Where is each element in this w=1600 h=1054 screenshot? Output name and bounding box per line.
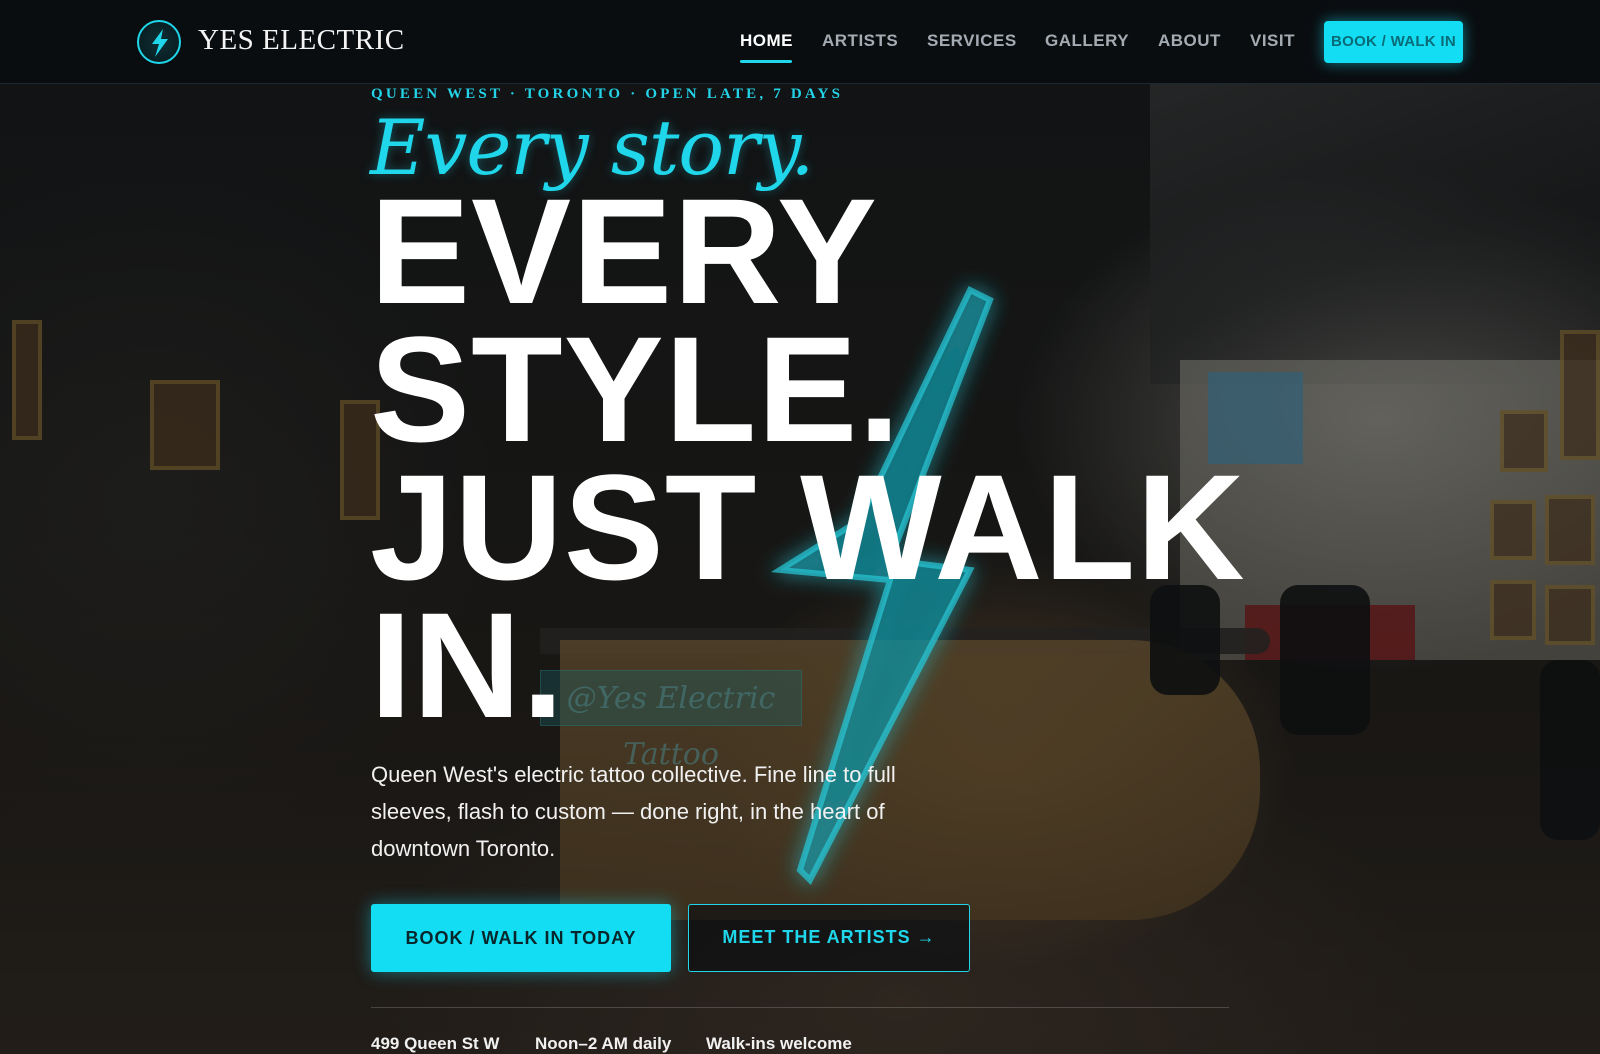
lightning-badge-icon[interactable] <box>137 20 181 64</box>
hero-eyebrow: QUEEN WEST · TORONTO · OPEN LATE, 7 DAYS <box>371 86 844 102</box>
brand-name[interactable]: YES ELECTRIC <box>198 24 405 57</box>
headline-line: STYLE. <box>370 305 902 473</box>
header-book-button[interactable]: BOOK / WALK IN <box>1324 21 1463 63</box>
active-nav-indicator <box>740 60 792 63</box>
nav-artists[interactable]: ARTISTS <box>822 31 898 51</box>
meet-artists-button[interactable]: MEET THE ARTISTS → <box>688 904 970 972</box>
nav-visit[interactable]: VISIT <box>1250 31 1295 51</box>
walkins-note: Walk-ins welcome <box>706 1034 852 1053</box>
studio-hours: Noon–2 AM daily <box>535 1034 672 1053</box>
nav-services[interactable]: SERVICES <box>927 31 1017 51</box>
hero-description: Queen West's electric tattoo collective.… <box>371 762 896 861</box>
headline-line: JUST WALK <box>370 443 1246 611</box>
nav-about[interactable]: ABOUT <box>1158 31 1221 51</box>
nav-home[interactable]: HOME <box>740 31 793 51</box>
hero-headline: EVERY STYLE. JUST WALK IN. <box>370 167 1246 749</box>
nav-gallery[interactable]: GALLERY <box>1045 31 1129 51</box>
headline-line: IN. <box>370 581 565 749</box>
headline-line: EVERY <box>370 167 878 335</box>
studio-address: 499 Queen St W <box>371 1034 500 1053</box>
site-header: YES ELECTRIC HOME ARTISTS SERVICES GALLE… <box>0 0 1600 84</box>
hero-divider <box>371 1007 1229 1008</box>
book-walk-in-button[interactable]: BOOK / WALK IN TODAY <box>371 904 671 972</box>
